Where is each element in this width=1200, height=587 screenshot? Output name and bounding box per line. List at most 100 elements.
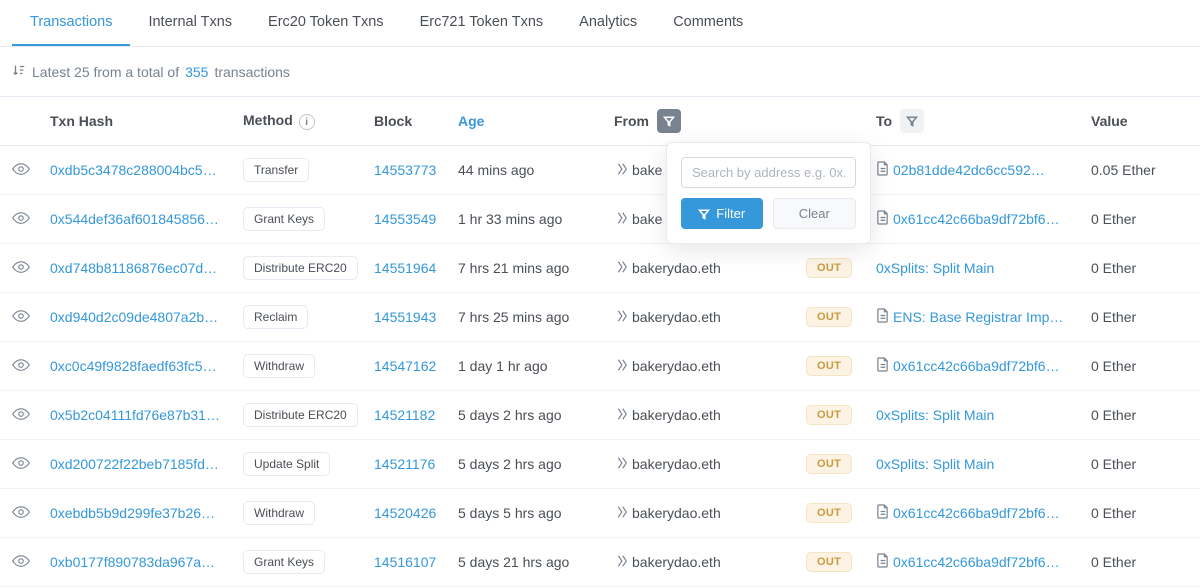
txn-hash-link[interactable]: 0xebdb5b9d299fe37b26… <box>50 505 215 521</box>
transactions-table: Txn Hash Method i Block Age From To Valu… <box>0 96 1200 587</box>
filter-button-label: Filter <box>716 206 745 221</box>
tabs-bar: TransactionsInternal TxnsErc20 Token Txn… <box>0 0 1200 47</box>
from-address[interactable]: bakerydao.eth <box>632 358 721 374</box>
method-badge: Withdraw <box>243 354 315 378</box>
sort-icon <box>12 63 26 80</box>
from-address[interactable]: bakerydao.eth <box>632 309 721 325</box>
block-link[interactable]: 14521176 <box>374 456 435 472</box>
eye-icon[interactable] <box>12 457 30 473</box>
value-text: 0 Ether <box>1091 309 1188 325</box>
block-link[interactable]: 14516107 <box>374 554 436 570</box>
method-badge: Transfer <box>243 158 309 182</box>
to-address-link[interactable]: 0x61cc42c66ba9df72bf6… <box>893 211 1060 227</box>
value-text: 0 Ether <box>1091 260 1188 276</box>
to-address-link[interactable]: 0x61cc42c66ba9df72bf6… <box>893 358 1060 374</box>
txn-hash-link[interactable]: 0xd940d2c09de4807a2b… <box>50 309 218 325</box>
block-link[interactable]: 14551964 <box>374 260 436 276</box>
txn-hash-link[interactable]: 0xc0c49f9828faedf63fc5… <box>50 358 217 374</box>
txn-hash-link[interactable]: 0xd748b81186876ec07d… <box>50 260 217 276</box>
tab-internal-txns[interactable]: Internal Txns <box>130 0 250 46</box>
eye-icon[interactable] <box>12 261 30 277</box>
txn-hash-link[interactable]: 0xb0177f890783da967a… <box>50 554 215 570</box>
to-address-link[interactable]: 02b81dde42dc6cc592… <box>893 162 1045 178</box>
tab-transactions[interactable]: Transactions <box>12 0 130 46</box>
eye-icon[interactable] <box>12 212 30 228</box>
from-address[interactable]: bakerydao.eth <box>632 260 721 276</box>
to-address-link[interactable]: 0x61cc42c66ba9df72bf6… <box>893 505 1060 521</box>
txn-hash-link[interactable]: 0x5b2c04111fd76e87b31… <box>50 407 220 423</box>
from-address[interactable]: bakerydao.eth <box>632 554 721 570</box>
from-filter-toggle[interactable] <box>657 109 681 133</box>
direction-badge: OUT <box>806 552 852 572</box>
summary-count[interactable]: 355 <box>185 64 208 80</box>
eye-icon[interactable] <box>12 408 30 424</box>
value-text: 0 Ether <box>1091 505 1188 521</box>
block-link[interactable]: 14520426 <box>374 505 436 521</box>
to-filter-toggle[interactable] <box>900 109 924 133</box>
value-text: 0 Ether <box>1091 456 1188 472</box>
contract-icon <box>876 357 889 375</box>
direction-badge: OUT <box>806 454 852 474</box>
txn-hash-link[interactable]: 0x544def36af601845856… <box>50 211 219 227</box>
tab-comments[interactable]: Comments <box>655 0 761 46</box>
table-row: 0xd748b81186876ec07d… Distribute ERC20 145… <box>0 244 1200 293</box>
value-text: 0 Ether <box>1091 358 1188 374</box>
to-address-link[interactable]: 0xSplits: Split Main <box>876 456 994 472</box>
summary-prefix: Latest 25 from a total of <box>32 64 179 80</box>
eye-icon[interactable] <box>12 359 30 375</box>
header-txn-hash: Txn Hash <box>50 113 243 129</box>
filter-button[interactable]: Filter <box>681 198 763 229</box>
tab-analytics[interactable]: Analytics <box>561 0 655 46</box>
to-address-link[interactable]: ENS: Base Registrar Imp… <box>893 309 1063 325</box>
block-link[interactable]: 14551943 <box>374 309 436 325</box>
info-icon[interactable]: i <box>299 114 315 130</box>
age-text: 5 days 21 hrs ago <box>458 554 614 570</box>
tab-erc721-token-txns[interactable]: Erc721 Token Txns <box>402 0 562 46</box>
from-address[interactable]: bakerydao.eth <box>632 505 721 521</box>
brackets-icon <box>614 407 628 424</box>
age-text: 5 days 2 hrs ago <box>458 456 614 472</box>
eye-icon[interactable] <box>12 506 30 522</box>
age-text: 44 mins ago <box>458 162 614 178</box>
tab-erc20-token-txns[interactable]: Erc20 Token Txns <box>250 0 402 46</box>
clear-button[interactable]: Clear <box>773 198 857 229</box>
table-row: 0xebdb5b9d299fe37b26…Withdraw145204265 d… <box>0 489 1200 538</box>
contract-icon <box>876 210 889 228</box>
to-address-link[interactable]: 0xSplits: Split Main <box>876 407 994 423</box>
brackets-icon <box>614 505 628 522</box>
from-address[interactable]: bakerydao.eth <box>632 456 721 472</box>
method-badge: Withdraw <box>243 501 315 525</box>
header-to: To <box>876 109 1091 133</box>
table-row: 0xb0177f890783da967a… Grant Keys 14516107 5… <box>0 538 1200 587</box>
table-row: 0xd940d2c09de4807a2b…Reclaim145519437 hr… <box>0 293 1200 342</box>
brackets-icon <box>614 554 628 571</box>
txn-hash-link[interactable]: 0xd200722f22beb7185fd… <box>50 456 219 472</box>
header-age[interactable]: Age <box>458 113 614 129</box>
filter-address-input[interactable] <box>681 157 856 188</box>
eye-icon[interactable] <box>12 310 30 326</box>
block-link[interactable]: 14553773 <box>374 162 436 178</box>
table-row: 0x5b2c04111fd76e87b31… Distribute ERC20 14… <box>0 391 1200 440</box>
block-link[interactable]: 14547162 <box>374 358 436 374</box>
to-address-link[interactable]: 0xSplits: Split Main <box>876 260 994 276</box>
contract-icon <box>876 553 889 571</box>
header-block: Block <box>374 113 458 129</box>
from-address[interactable]: bakerydao.eth <box>632 407 721 423</box>
from-address[interactable]: bake <box>632 211 662 227</box>
from-filter-popover: Filter Clear <box>666 142 871 244</box>
block-link[interactable]: 14521182 <box>374 407 435 423</box>
txn-hash-link[interactable]: 0xdb5c3478c288004bc5… <box>50 162 217 178</box>
eye-icon[interactable] <box>12 163 30 179</box>
direction-badge: OUT <box>806 307 852 327</box>
header-value: Value <box>1091 113 1188 129</box>
method-badge: Distribute ERC20 <box>243 403 358 427</box>
direction-badge: OUT <box>806 356 852 376</box>
from-address[interactable]: bake <box>632 162 662 178</box>
to-address-link[interactable]: 0x61cc42c66ba9df72bf6… <box>893 554 1060 570</box>
method-badge: Distribute ERC20 <box>243 256 358 280</box>
method-badge: Grant Keys <box>243 550 325 574</box>
age-text: 1 hr 33 mins ago <box>458 211 614 227</box>
eye-icon[interactable] <box>12 555 30 571</box>
contract-icon <box>876 161 889 179</box>
block-link[interactable]: 14553549 <box>374 211 436 227</box>
